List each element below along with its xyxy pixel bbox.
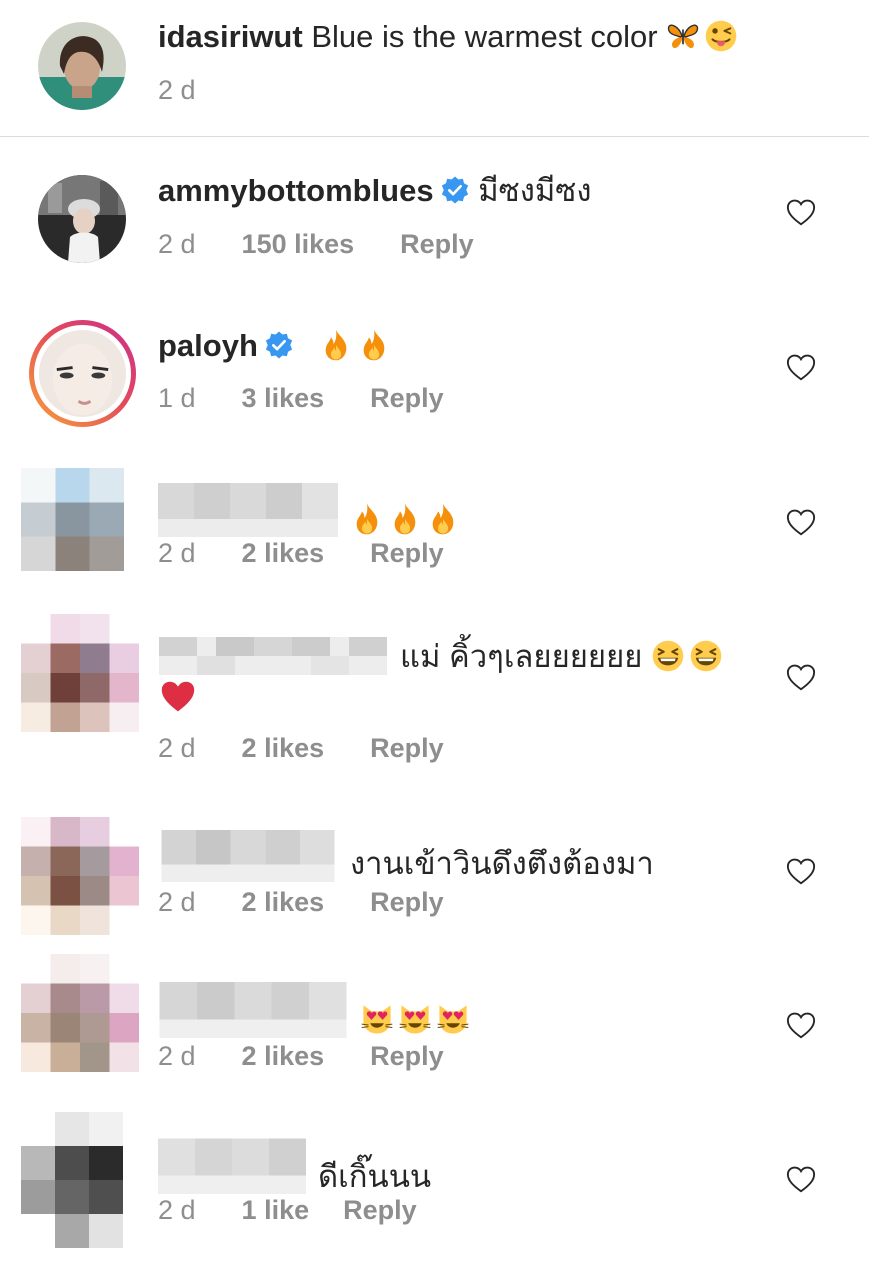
grinning-squinting-emoji — [689, 639, 723, 673]
comment-text: งานเข้าวินดึงตึงต้องมา — [350, 846, 654, 881]
caption-time: 2 d — [158, 75, 196, 105]
blurred-username[interactable] — [158, 830, 338, 882]
comment-likes[interactable]: 1 like — [242, 1195, 310, 1225]
commenter-avatar-pixelated[interactable] — [21, 945, 139, 1081]
commenter-avatar[interactable] — [38, 175, 126, 263]
heart-eyes-cat-emoji — [436, 1002, 470, 1036]
reply-button[interactable]: Reply — [370, 383, 444, 413]
like-heart-icon[interactable] — [785, 353, 817, 383]
comment-line — [158, 982, 474, 1039]
comment-meta: 2 d 2 likes Reply — [158, 732, 444, 764]
heart-eyes-cat-emoji — [360, 1002, 394, 1036]
comment-meta: 2 d 2 likes Reply — [158, 886, 444, 918]
commenter-avatar-pixelated[interactable] — [21, 1112, 123, 1248]
reply-button[interactable]: Reply — [370, 733, 444, 763]
like-heart-icon[interactable] — [785, 857, 817, 887]
commenter-avatar-pixelated[interactable] — [21, 808, 139, 944]
comment-meta: 2 d 2 likes Reply — [158, 1040, 444, 1072]
comment-likes[interactable]: 150 likes — [242, 229, 355, 259]
fire-emoji — [319, 328, 353, 362]
comment-line: ammybottomblues มีซงมีซง — [158, 172, 591, 210]
caption-meta: 2 d — [158, 74, 196, 106]
comment-meta: 2 d 150 likes Reply — [158, 228, 474, 260]
reply-button[interactable]: Reply — [370, 538, 444, 568]
commenter-avatar-pixelated[interactable] — [21, 604, 139, 742]
fire-emoji — [357, 328, 391, 362]
like-heart-icon[interactable] — [785, 198, 817, 228]
comment-text: แม่ คิ้วๆเลยยยยยย — [400, 639, 643, 674]
reply-button[interactable]: Reply — [400, 229, 474, 259]
comment-username[interactable]: ammybottomblues — [158, 173, 434, 208]
comment-time: 2 d — [158, 887, 196, 917]
comment-time: 2 d — [158, 229, 196, 259]
blurred-username[interactable] — [158, 982, 348, 1038]
commenter-avatar — [39, 330, 126, 417]
comment-text: ดีเกิ๊นนน — [318, 1159, 432, 1194]
blurred-username[interactable] — [158, 1137, 306, 1195]
comment-time: 2 d — [158, 1195, 196, 1225]
red-heart-emoji — [160, 679, 196, 715]
comment-line: แม่ คิ้วๆเลยยยยยย — [158, 637, 727, 676]
like-heart-icon[interactable] — [785, 508, 817, 538]
reply-button[interactable]: Reply — [343, 1195, 417, 1225]
comment-likes[interactable]: 2 likes — [242, 1041, 325, 1071]
comment-username[interactable]: paloyh — [158, 328, 258, 363]
like-heart-icon[interactable] — [785, 1011, 817, 1041]
like-heart-icon[interactable] — [785, 663, 817, 693]
commenter-avatar-pixelated[interactable] — [21, 468, 124, 571]
comment-likes[interactable]: 2 likes — [242, 887, 325, 917]
comment-line — [158, 482, 464, 539]
blurred-username[interactable] — [158, 637, 388, 675]
comment-likes[interactable]: 2 likes — [242, 733, 325, 763]
winking-tongue-emoji — [704, 19, 738, 53]
verified-badge-icon — [440, 175, 470, 205]
comment-meta: 2 d 2 likes Reply — [158, 537, 444, 569]
verified-badge-icon — [264, 330, 294, 360]
story-ring[interactable] — [29, 320, 136, 427]
grinning-squinting-emoji — [651, 639, 685, 673]
caption-line: idasiriwut Blue is the warmest color — [158, 18, 742, 56]
comment-meta: 1 d 3 likes Reply — [158, 382, 444, 414]
butterfly-emoji — [666, 19, 700, 53]
fire-emoji — [350, 502, 384, 536]
comment-line: paloyh — [158, 327, 395, 365]
comment-time: 2 d — [158, 733, 196, 763]
comment-time: 2 d — [158, 538, 196, 568]
reply-button[interactable]: Reply — [370, 887, 444, 917]
caption-author-avatar[interactable] — [38, 22, 126, 110]
comment-meta: 2 d 1 like Reply — [158, 1194, 417, 1226]
post-caption: idasiriwut Blue is the warmest color 2 d — [0, 0, 869, 137]
comment-likes[interactable]: 2 likes — [242, 538, 325, 568]
comment-time: 2 d — [158, 1041, 196, 1071]
caption-text: Blue is the warmest color — [311, 19, 658, 54]
like-heart-icon[interactable] — [785, 1165, 817, 1195]
reply-button[interactable]: Reply — [370, 1041, 444, 1071]
caption-username[interactable]: idasiriwut — [158, 19, 303, 54]
comment-text: มีซงมีซง — [478, 173, 592, 208]
heart-eyes-cat-emoji — [398, 1002, 432, 1036]
fire-emoji — [388, 502, 422, 536]
fire-emoji — [426, 502, 460, 536]
comment-time: 1 d — [158, 383, 196, 413]
comment-line: ดีเกิ๊นนน — [158, 1137, 431, 1196]
blurred-username[interactable] — [158, 482, 338, 538]
comment-line: งานเข้าวินดึงตึงต้องมา — [158, 830, 654, 883]
comment-likes[interactable]: 3 likes — [242, 383, 325, 413]
